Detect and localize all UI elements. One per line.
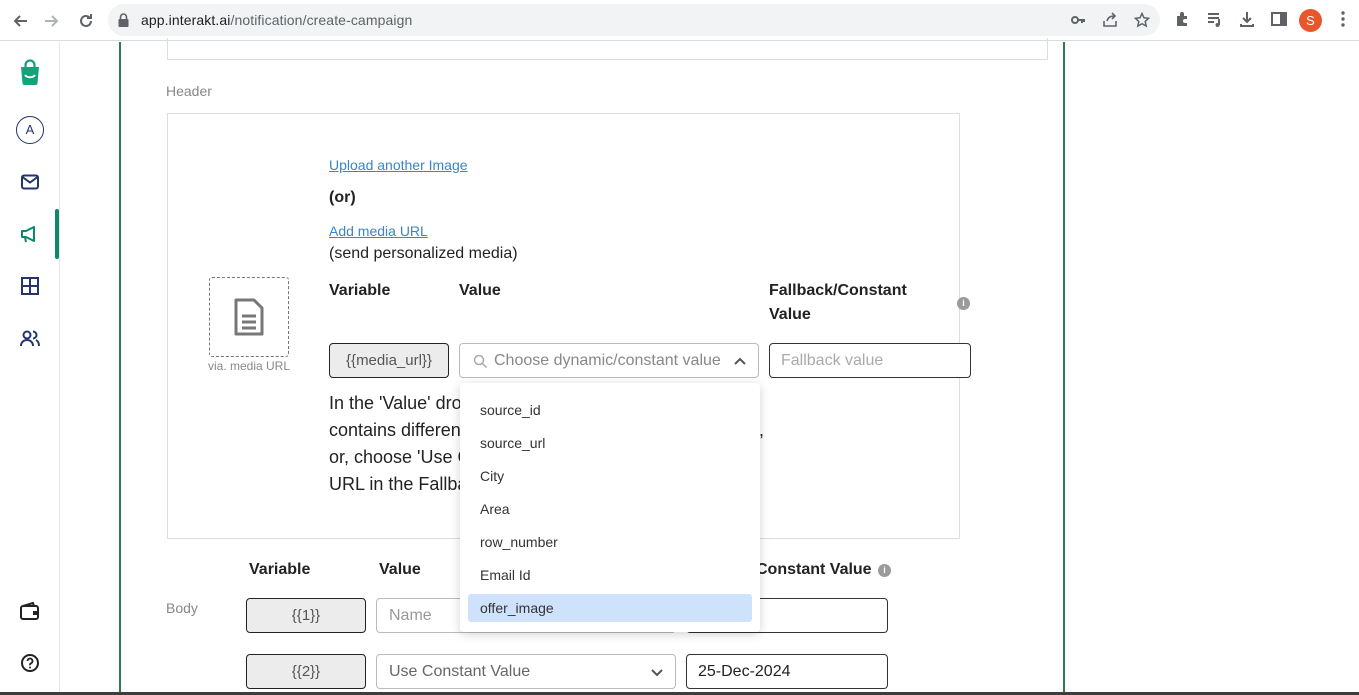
body-value-header: Value bbox=[379, 561, 421, 578]
media-caption: via. media URL bbox=[207, 359, 291, 373]
body-value-placeholder: Name bbox=[389, 607, 432, 624]
document-icon bbox=[234, 298, 264, 336]
grid-icon[interactable] bbox=[0, 266, 60, 306]
users-icon[interactable] bbox=[0, 318, 60, 358]
dropdown-option[interactable]: Email Id bbox=[468, 561, 752, 589]
help-line: URL in the Fallba bbox=[329, 474, 468, 494]
reload-icon[interactable] bbox=[70, 0, 102, 41]
or-text: (or) bbox=[329, 189, 356, 206]
key-icon[interactable] bbox=[1070, 12, 1086, 28]
dropdown-option[interactable]: Area bbox=[468, 495, 752, 523]
fallback-input-placeholder: Fallback value bbox=[781, 352, 884, 369]
body-constant-header: Constant Value bbox=[756, 561, 872, 578]
fallback-header-line1: Fallback/Constant bbox=[769, 282, 907, 299]
dropdown-option[interactable]: source_url bbox=[468, 429, 752, 457]
help-icon[interactable] bbox=[0, 643, 60, 683]
media-url-variable-chip: {{media_url}} bbox=[329, 343, 449, 378]
address-bar[interactable]: app.interakt.ai/notification/create-camp… bbox=[108, 4, 1160, 36]
logo-icon[interactable] bbox=[0, 52, 60, 92]
share-icon[interactable] bbox=[1102, 12, 1118, 28]
wallet-icon[interactable] bbox=[0, 591, 60, 631]
personalized-media-text: (send personalized media) bbox=[329, 245, 518, 262]
value-dropdown-menu: source_id source_url City Area row_numbe… bbox=[460, 383, 760, 632]
bookmark-star-icon[interactable] bbox=[1133, 11, 1151, 28]
avatar[interactable]: A bbox=[0, 110, 60, 150]
body-variable-chip: {{1}} bbox=[246, 598, 366, 633]
value-help-text: In the 'Value' dro contains differen or,… bbox=[329, 390, 471, 498]
chevron-down-icon[interactable] bbox=[650, 668, 664, 678]
chevron-up-icon[interactable] bbox=[733, 356, 747, 366]
body-info-icon[interactable]: i bbox=[878, 564, 891, 577]
extensions-icon[interactable] bbox=[1173, 10, 1193, 30]
header-label: Header bbox=[166, 83, 212, 99]
body-variable-chip: {{2}} bbox=[246, 654, 366, 689]
megaphone-icon[interactable] bbox=[0, 214, 60, 254]
body-fallback-input[interactable]: 25-Dec-2024 bbox=[686, 654, 888, 689]
fallback-header-line2: Value bbox=[769, 306, 811, 323]
download-icon[interactable] bbox=[1237, 10, 1257, 30]
upload-image-link[interactable]: Upload another Image bbox=[329, 157, 468, 173]
avatar-letter: A bbox=[16, 116, 44, 144]
variable-column-header: Variable bbox=[329, 282, 391, 299]
url-text: app.interakt.ai/notification/create-camp… bbox=[141, 12, 413, 28]
body-fallback-value: 25-Dec-2024 bbox=[698, 663, 791, 680]
value-select-placeholder: Choose dynamic/constant value bbox=[494, 352, 721, 369]
side-panel-icon[interactable] bbox=[1269, 10, 1289, 30]
fallback-column-header: Fallback/Constant Value bbox=[769, 279, 907, 327]
help-line: or, choose 'Use C bbox=[329, 447, 471, 467]
media-queue-icon[interactable] bbox=[1205, 10, 1225, 30]
media-placeholder[interactable] bbox=[209, 277, 289, 357]
dropdown-option[interactable]: source_id bbox=[468, 396, 752, 424]
lock-icon bbox=[118, 13, 129, 27]
info-icon[interactable]: i bbox=[957, 297, 970, 310]
body-variable-header: Variable bbox=[249, 561, 311, 578]
back-icon[interactable] bbox=[4, 0, 36, 41]
body-value-select[interactable]: Use Constant Value bbox=[376, 654, 676, 689]
help-line: In the 'Value' dro bbox=[329, 393, 462, 413]
dropdown-option[interactable]: row_number bbox=[468, 528, 752, 556]
dropdown-option[interactable]: City bbox=[468, 462, 752, 490]
app-sidebar: A bbox=[0, 42, 60, 695]
previous-section-box bbox=[167, 38, 1048, 60]
value-column-header: Value bbox=[459, 282, 501, 299]
dropdown-option-selected[interactable]: offer_image bbox=[468, 594, 752, 622]
value-select[interactable]: Choose dynamic/constant value bbox=[459, 343, 759, 378]
profile-avatar[interactable]: S bbox=[1299, 9, 1322, 32]
mail-icon[interactable] bbox=[0, 162, 60, 202]
body-value-selected: Use Constant Value bbox=[389, 663, 531, 680]
help-line: contains differen bbox=[329, 420, 461, 440]
search-icon bbox=[473, 354, 488, 369]
campaign-panel: Header via. media URL Upload another Ima… bbox=[119, 38, 1065, 695]
add-media-url-link[interactable]: Add media URL bbox=[329, 223, 428, 239]
body-label: Body bbox=[166, 600, 198, 616]
fallback-input[interactable]: Fallback value bbox=[769, 343, 971, 378]
forward-icon[interactable] bbox=[36, 0, 68, 41]
more-menu-icon[interactable] bbox=[1333, 10, 1353, 30]
browser-toolbar: app.interakt.ai/notification/create-camp… bbox=[0, 0, 1359, 41]
